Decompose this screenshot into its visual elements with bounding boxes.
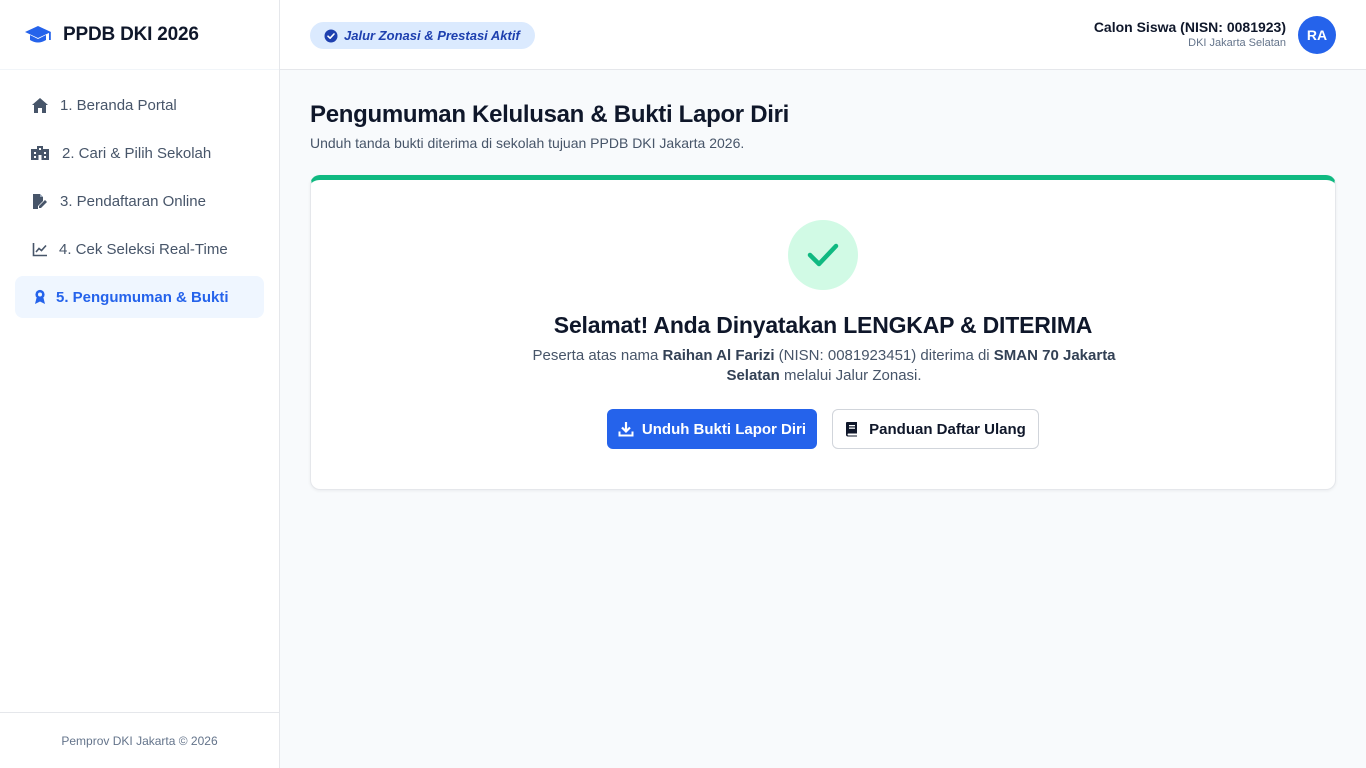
desc-suffix: melalui Jalur Zonasi. <box>779 367 922 384</box>
guide-button[interactable]: Panduan Daftar Ulang <box>832 409 1039 449</box>
award-icon <box>30 287 50 307</box>
sidebar-item-beranda[interactable]: 1. Beranda Portal <box>15 84 264 126</box>
line-chart-icon <box>30 239 50 259</box>
sidebar-item-label: 1. Beranda Portal <box>60 96 177 114</box>
download-icon <box>618 421 634 437</box>
main-content: Pengumuman Kelulusan & Bukti Lapor Diri … <box>310 70 1336 490</box>
check-circle-icon <box>324 29 338 43</box>
book-icon <box>845 421 861 437</box>
school-building-icon <box>30 143 50 163</box>
download-proof-button[interactable]: Unduh Bukti Lapor Diri <box>607 409 817 449</box>
download-proof-label: Unduh Bukti Lapor Diri <box>641 420 807 438</box>
sidebar-item-cari-sekolah[interactable]: 2. Cari & Pilih Sekolah <box>15 132 264 174</box>
sidebar-item-pengumuman[interactable]: 5. Pengumuman & Bukti <box>15 276 264 318</box>
sidebar: PPDB DKI 2026 1. Beranda Portal 2. Cari … <box>0 0 280 768</box>
result-title: Selamat! Anda Dinyatakan LENGKAP & DITER… <box>553 312 1093 338</box>
sidebar-item-label: 4. Cek Seleksi Real-Time <box>59 240 228 258</box>
success-check-icon <box>788 220 858 290</box>
file-edit-icon <box>30 191 50 211</box>
sidebar-item-label: 5. Pengumuman & Bukti <box>56 288 229 306</box>
status-badge: Jalur Zonasi & Prestasi Aktif <box>310 22 535 49</box>
user-name: Calon Siswa (NISN: 0081923) <box>1093 19 1286 35</box>
brand[interactable]: PPDB DKI 2026 <box>0 0 279 70</box>
page-title: Pengumuman Kelulusan & Bukti Lapor Diri <box>310 101 790 128</box>
action-buttons: Unduh Bukti Lapor Diri Panduan Daftar Ul… <box>607 409 1039 449</box>
graduation-cap-icon <box>23 23 53 47</box>
desc-middle: (NISN: 0081923451) diterima di <box>774 347 994 364</box>
status-badge-label: Jalur Zonasi & Prestasi Aktif <box>344 28 520 43</box>
sidebar-item-label: 3. Pendaftaran Online <box>60 192 206 210</box>
topbar: Jalur Zonasi & Prestasi Aktif Calon Sisw… <box>280 0 1366 70</box>
user-region: DKI Jakarta Selatan <box>1188 37 1286 49</box>
sidebar-footer: Pemprov DKI Jakarta © 2026 <box>0 712 279 768</box>
page-subtitle: Unduh tanda bukti diterima di sekolah tu… <box>310 135 745 151</box>
sidebar-nav: 1. Beranda Portal 2. Cari & Pilih Sekola… <box>0 70 279 318</box>
user-info: Calon Siswa (NISN: 0081923) DKI Jakarta … <box>1094 19 1286 49</box>
home-icon <box>30 95 50 115</box>
sidebar-item-cek-seleksi[interactable]: 4. Cek Seleksi Real-Time <box>15 228 264 270</box>
brand-title: PPDB DKI 2026 <box>63 23 199 45</box>
sidebar-item-label: 2. Cari & Pilih Sekolah <box>62 144 212 162</box>
result-card: Selamat! Anda Dinyatakan LENGKAP & DITER… <box>310 175 1336 490</box>
result-description: Peserta atas nama Raihan Al Farizi (NISN… <box>524 346 1124 386</box>
student-name: Raihan Al Farizi <box>662 347 775 364</box>
avatar[interactable]: RA <box>1298 16 1336 54</box>
guide-label: Panduan Daftar Ulang <box>869 420 1026 438</box>
desc-prefix: Peserta atas nama <box>532 347 663 364</box>
sidebar-item-pendaftaran[interactable]: 3. Pendaftaran Online <box>15 180 264 222</box>
